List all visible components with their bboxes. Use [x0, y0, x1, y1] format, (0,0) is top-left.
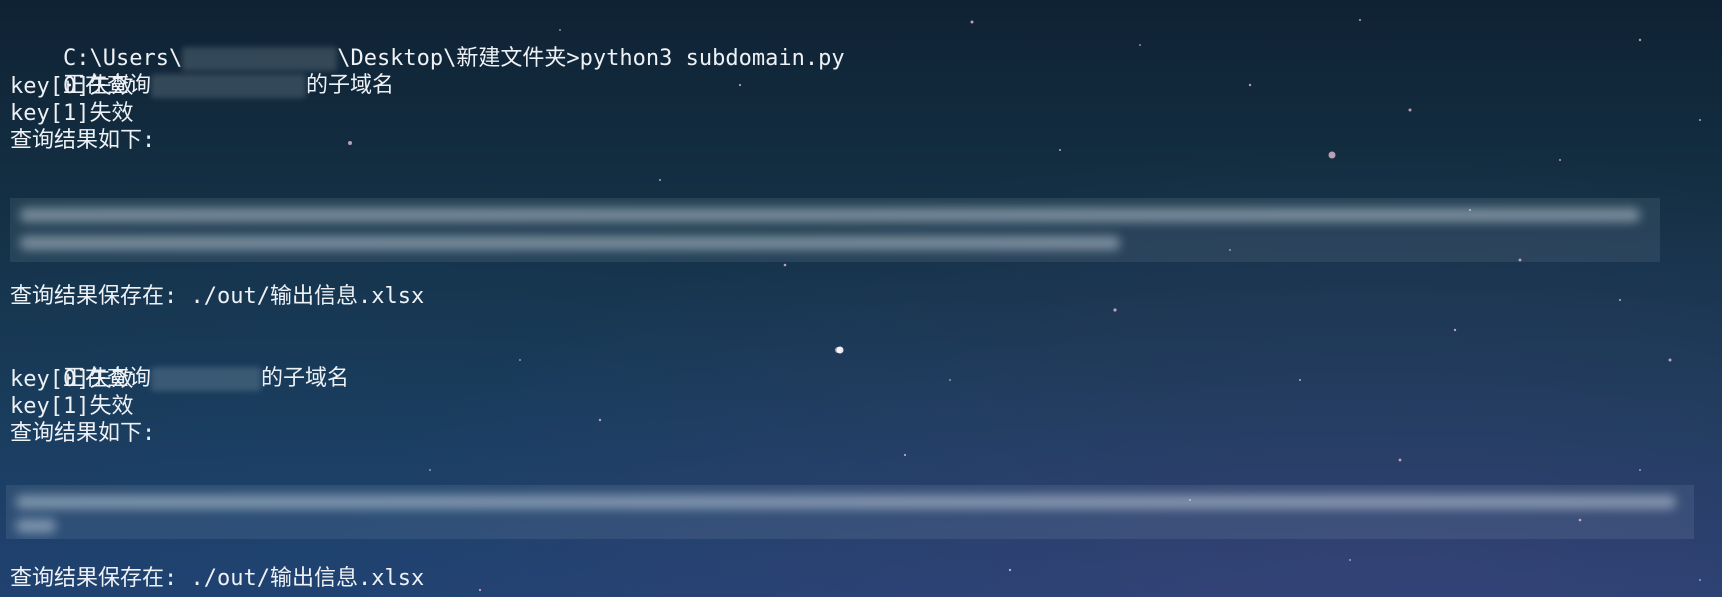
redacted-domain	[151, 74, 306, 98]
key1-status-line-2: key[1]失效	[10, 394, 134, 419]
redacted-results-block-1	[10, 198, 1660, 262]
querying-line-1: 正在查询 的子域名	[10, 47, 394, 98]
redacted-results-block-2	[6, 485, 1694, 539]
saved-to-line-1: 查询结果保存在: ./out/输出信息.xlsx	[10, 284, 425, 309]
querying-line-2: 正在查询 的子域名	[10, 340, 349, 391]
terminal-output: C:\Users\ \Desktop\新建文件夹>python3 subdomai…	[6, 20, 1710, 597]
redacted-domain	[151, 367, 261, 391]
command-prompt-line: C:\Users\ \Desktop\新建文件夹>python3 subdomai…	[10, 20, 845, 71]
saved-to-line-2: 查询结果保存在: ./out/输出信息.xlsx	[10, 566, 425, 591]
querying-suffix: 的子域名	[306, 73, 395, 98]
prompt-command: python3 subdomain.py	[579, 46, 845, 71]
querying-suffix: 的子域名	[261, 366, 350, 391]
key0-status-line-1: key[0]失效	[10, 74, 134, 99]
results-header-2: 查询结果如下:	[10, 421, 156, 446]
results-header-1: 查询结果如下:	[10, 128, 156, 153]
key1-status-line-1: key[1]失效	[10, 101, 134, 126]
key0-status-line-2: key[0]失效	[10, 367, 134, 392]
